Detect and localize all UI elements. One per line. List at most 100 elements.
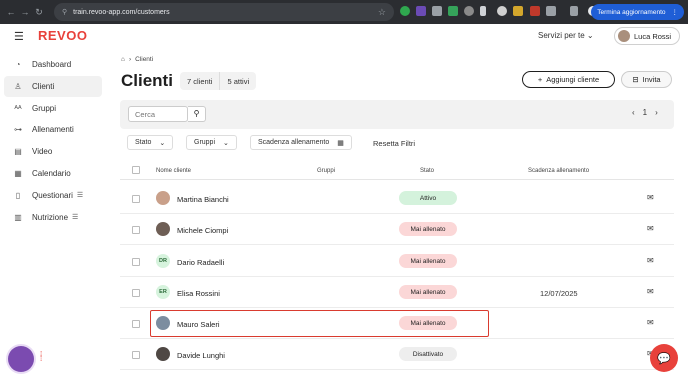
invite-button[interactable]: ⊟ Invita: [621, 71, 672, 88]
table-row[interactable]: Michele Ciompi Mai allenato ✉: [120, 214, 674, 245]
status-badge: Mai allenato: [399, 285, 457, 299]
sidebar-item-nutrizione[interactable]: ▥ Nutrizione ☰: [4, 207, 102, 228]
sidebar-item-video[interactable]: ▤ Video: [4, 141, 102, 162]
row-checkbox[interactable]: [132, 195, 140, 203]
extension-icon[interactable]: [480, 6, 486, 16]
client-name[interactable]: Davide Lunghi: [177, 351, 225, 360]
groups-filter-label: Gruppi: [194, 139, 216, 146]
user-menu[interactable]: Luca Rossi: [614, 27, 680, 45]
extension-icon[interactable]: [530, 6, 540, 16]
plus-icon: +: [537, 75, 543, 84]
sidebar-item-label: Gruppi: [32, 103, 57, 113]
row-checkbox[interactable]: [132, 351, 140, 359]
download-icon[interactable]: [570, 6, 578, 16]
mail-icon[interactable]: ✉: [647, 224, 654, 233]
sidebar-item-gruppi[interactable]: ᴬᴬ Gruppi: [4, 98, 102, 119]
calendar-icon: ▦: [337, 139, 344, 147]
sidebar-item-clienti[interactable]: ♙ Clienti: [4, 75, 102, 97]
column-groups: Gruppi: [317, 168, 336, 174]
column-deadline: Scadenza allenamento: [528, 168, 590, 174]
extension-icon[interactable]: [513, 6, 523, 16]
row-checkbox[interactable]: [132, 289, 140, 297]
table-row[interactable]: Martina Bianchi Attivo ✉: [120, 183, 674, 214]
extension-icon[interactable]: [464, 6, 474, 16]
services-label: Servizi per te: [538, 31, 585, 40]
mail-icon[interactable]: ✉: [647, 193, 654, 202]
bookmark-star-icon[interactable]: ☆: [378, 7, 386, 18]
extension-icon[interactable]: [497, 6, 507, 16]
sidebar-item-label: Dashboard: [32, 60, 72, 69]
search-input[interactable]: [128, 106, 188, 122]
extension-icon[interactable]: [416, 6, 426, 16]
invite-icon: ⊟: [632, 75, 639, 84]
person-icon: ♙: [14, 81, 22, 91]
help-chat-button[interactable]: [8, 346, 34, 372]
home-icon[interactable]: ⌂: [121, 56, 125, 63]
sidebar: ◔ Dashboard ♙ Clienti ᴬᴬ Gruppi ⊶ Allenament…: [4, 54, 102, 228]
site-info-icon[interactable]: ⚲: [62, 8, 67, 16]
nutrition-icon: ▥: [14, 212, 22, 222]
row-checkbox[interactable]: [132, 320, 140, 328]
chevron-down-icon: ⌄: [159, 139, 166, 147]
select-all-checkbox[interactable]: [132, 166, 140, 174]
chevron-right-icon: ›: [128, 56, 132, 63]
sidebar-item-calendario[interactable]: ▦ Calendario: [4, 163, 102, 184]
chevron-right-icon[interactable]: ›: [655, 108, 658, 117]
add-client-button[interactable]: + Aggiungi cliente: [522, 71, 615, 88]
reset-filters-button[interactable]: Resetta Filtri: [373, 139, 415, 148]
client-name[interactable]: Dario Radaelli: [177, 258, 224, 267]
extensions-puzzle-icon[interactable]: [546, 6, 556, 16]
column-name[interactable]: Nome cliente: [156, 168, 191, 174]
dumbbell-icon: ⊶: [14, 125, 22, 135]
client-name[interactable]: Michele Ciompi: [177, 226, 228, 235]
back-icon[interactable]: ←: [4, 7, 18, 17]
gauge-icon: ◔: [15, 60, 21, 69]
page-number: 1: [642, 108, 648, 117]
groups-filter[interactable]: Gruppi ⌄: [186, 135, 237, 150]
update-button[interactable]: Termina aggiornamento ⋮: [591, 4, 684, 20]
menu-icon[interactable]: ☰: [14, 30, 24, 43]
chevron-down-icon: ⌄: [586, 31, 594, 40]
user-name: Luca Rossi: [634, 31, 672, 41]
client-name[interactable]: Martina Bianchi: [177, 195, 229, 204]
sidebar-item-dashboard[interactable]: ◔ Dashboard: [4, 54, 102, 75]
sidebar-item-label: Calendario: [32, 168, 71, 178]
sidebar-item-questionari[interactable]: ▯ Questionari ☰: [4, 185, 102, 206]
reload-icon[interactable]: ↻: [32, 7, 46, 18]
logo[interactable]: REVOO: [38, 28, 87, 43]
row-checkbox[interactable]: [132, 226, 140, 234]
status-filter[interactable]: Stato ⌄: [127, 135, 174, 150]
extension-icon[interactable]: [432, 6, 442, 16]
avatar: [618, 30, 630, 42]
services-dropdown[interactable]: Servizi per te ⌄: [538, 31, 594, 40]
deadline-filter[interactable]: Scadenza allenamento ▦: [250, 135, 352, 150]
equalizer-icon: ☰: [72, 214, 79, 222]
table-row[interactable]: DR Dario Radaelli Mai allenato ✉: [120, 246, 674, 277]
deadline-filter-label: Scadenza allenamento: [258, 139, 330, 146]
mail-icon[interactable]: ✉: [647, 318, 654, 327]
extension-icon[interactable]: [448, 6, 458, 16]
deadline-date: 12/07/2025: [540, 289, 578, 298]
forward-icon[interactable]: →: [18, 7, 32, 17]
browser-toolbar: ← → ↻ ⚲ train.revoo-app.com/customers ☆ …: [0, 0, 688, 24]
address-bar[interactable]: ⚲ train.revoo-app.com/customers ☆: [54, 3, 394, 21]
sidebar-item-allenamenti[interactable]: ⊶ Allenamenti: [4, 119, 102, 140]
row-checkbox[interactable]: [132, 258, 140, 266]
chat-button[interactable]: 💬: [650, 344, 678, 372]
search-icon[interactable]: ⚲: [188, 106, 206, 122]
chevron-left-icon[interactable]: ‹: [632, 108, 635, 117]
sidebar-item-label: Questionari: [32, 190, 73, 200]
client-name[interactable]: Elisa Rossini: [177, 289, 220, 298]
avatar: [156, 222, 170, 236]
status-filter-label: Stato: [135, 139, 152, 146]
table-row[interactable]: ER Elisa Rossini Mai allenato 12/07/2025…: [120, 277, 674, 308]
status-badge: Disattivato: [399, 347, 457, 361]
chat-icon: 💬: [657, 352, 671, 365]
sidebar-item-label: Allenamenti: [32, 125, 74, 135]
extension-icon[interactable]: [400, 6, 410, 16]
mail-icon[interactable]: ✉: [647, 256, 654, 265]
mail-icon[interactable]: ✉: [647, 287, 654, 296]
page-title: Clienti: [121, 71, 173, 90]
drag-handle-icon[interactable]: ⁞ ⁞: [40, 351, 42, 363]
table-row[interactable]: Davide Lunghi Disattivato ✉: [120, 339, 674, 370]
